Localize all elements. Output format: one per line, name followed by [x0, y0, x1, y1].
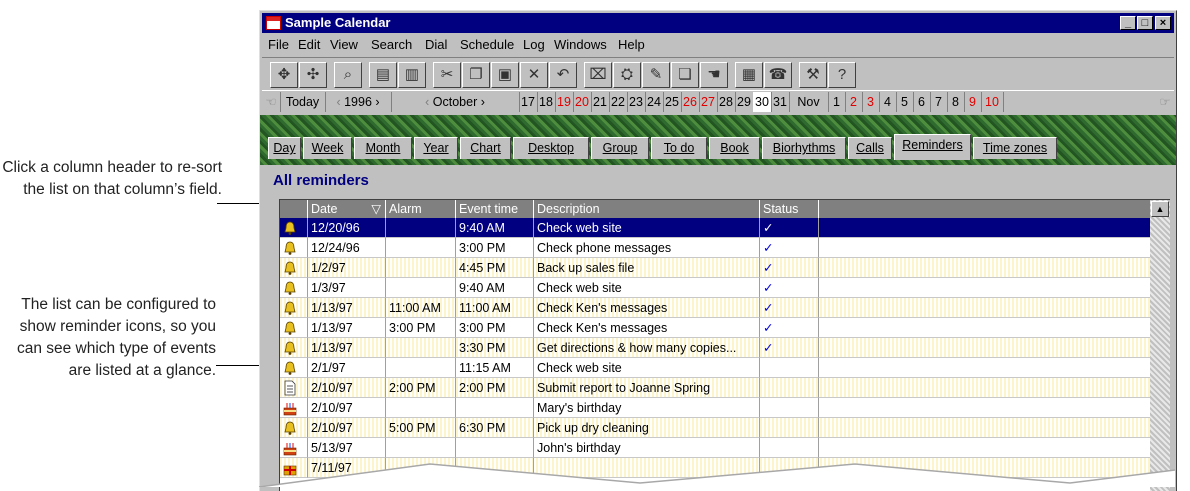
torn-edge [258, 463, 1176, 487]
